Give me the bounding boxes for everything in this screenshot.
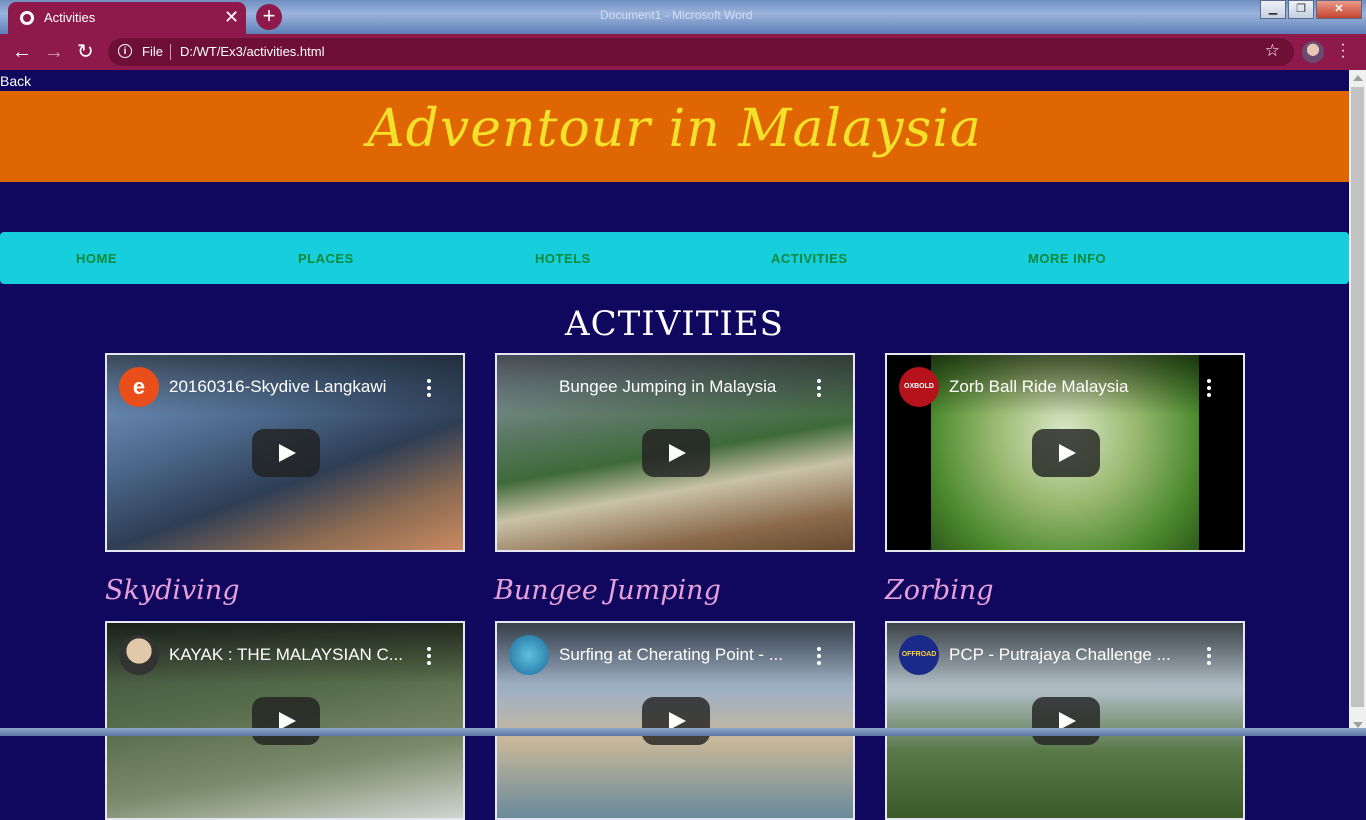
browser-toolbar: ← → ↻ i File D:/WT/Ex3/activities.html ☆… xyxy=(0,34,1366,70)
page-scrollbar[interactable] xyxy=(1349,70,1366,736)
profile-avatar[interactable] xyxy=(1302,41,1324,63)
video-title[interactable]: PCP - Putrajaya Challenge ... xyxy=(949,645,1171,665)
address-divider xyxy=(170,44,171,60)
globe-icon xyxy=(20,11,34,25)
scroll-thumb[interactable] xyxy=(1351,87,1364,707)
caption-skydiving: Skydiving xyxy=(105,575,240,606)
site-title: Adventour in Malaysia xyxy=(367,99,982,159)
bookmark-star-icon[interactable]: ☆ xyxy=(1265,41,1280,61)
address-url[interactable]: D:/WT/Ex3/activities.html xyxy=(180,44,324,59)
close-tab-icon[interactable]: ✕ xyxy=(224,7,239,27)
channel-logo-icon[interactable]: OFFROAD xyxy=(899,635,939,675)
video-embed-zorb[interactable]: OXBOLD Zorb Ball Ride Malaysia xyxy=(885,353,1245,552)
play-button[interactable] xyxy=(1032,429,1100,477)
site-navbar: HOME PLACES HOTELS ACTIVITIES MORE INFO xyxy=(0,232,1349,284)
play-button[interactable] xyxy=(252,697,320,745)
video-title[interactable]: Surfing at Cherating Point - ... xyxy=(559,645,783,665)
video-title[interactable]: Bungee Jumping in Malaysia xyxy=(559,377,776,397)
play-button[interactable] xyxy=(642,429,710,477)
nav-places[interactable]: PLACES xyxy=(298,251,354,266)
video-more-icon[interactable] xyxy=(1207,647,1211,668)
forward-arrow-icon[interactable]: → xyxy=(44,40,64,64)
nav-home[interactable]: HOME xyxy=(76,251,117,266)
video-embed-skydive[interactable]: e 20160316-Skydive Langkawi xyxy=(105,353,465,552)
info-icon[interactable]: i xyxy=(118,44,132,58)
nav-activities[interactable]: ACTIVITIES xyxy=(771,251,848,266)
video-embed-kayak[interactable]: KAYAK : THE MALAYSIAN C... xyxy=(105,621,465,820)
back-link[interactable]: Back xyxy=(0,73,31,89)
scroll-up-arrow-icon[interactable] xyxy=(1353,75,1363,81)
video-embed-surfing[interactable]: Surfing at Cherating Point - ... xyxy=(495,621,855,820)
play-button[interactable] xyxy=(642,697,710,745)
video-more-icon[interactable] xyxy=(817,379,821,400)
channel-logo-icon[interactable] xyxy=(509,635,549,675)
video-more-icon[interactable] xyxy=(817,647,821,668)
video-title[interactable]: KAYAK : THE MALAYSIAN C... xyxy=(169,645,403,665)
nav-more-info[interactable]: MORE INFO xyxy=(1028,251,1106,266)
play-button[interactable] xyxy=(1032,697,1100,745)
close-window-button[interactable]: ✕ xyxy=(1316,0,1362,19)
video-title[interactable]: Zorb Ball Ride Malaysia xyxy=(949,377,1129,397)
video-embed-putrajaya[interactable]: OFFROAD PCP - Putrajaya Challenge ... xyxy=(885,621,1245,820)
tab-strip: Activities ✕ + Document1 - Microsoft Wor… xyxy=(0,0,1366,34)
browser-menu-icon[interactable]: · · · xyxy=(1338,37,1348,65)
video-embed-bungee[interactable]: Bungee Jumping in Malaysia xyxy=(495,353,855,552)
tab-title: Activities xyxy=(44,10,96,25)
play-button[interactable] xyxy=(252,429,320,477)
os-taskbar xyxy=(0,728,1366,736)
nav-hotels[interactable]: HOTELS xyxy=(535,251,591,266)
video-more-icon[interactable] xyxy=(427,379,431,400)
back-arrow-icon[interactable]: ← xyxy=(12,40,32,64)
browser-tab-activities[interactable]: Activities ✕ xyxy=(8,2,246,34)
background-window-title: Document1 - Microsoft Word xyxy=(600,8,753,22)
window-controls: ▁ ❐ ✕ xyxy=(1260,0,1362,19)
site-banner: Adventour in Malaysia xyxy=(0,91,1349,182)
restore-button[interactable]: ❐ xyxy=(1288,0,1314,19)
caption-bungee-jumping: Bungee Jumping xyxy=(494,575,721,606)
video-more-icon[interactable] xyxy=(427,647,431,668)
video-more-icon[interactable] xyxy=(1207,379,1211,400)
channel-logo-icon[interactable]: OXBOLD xyxy=(899,367,939,407)
new-tab-button[interactable]: + xyxy=(256,4,282,30)
channel-logo-icon[interactable] xyxy=(119,635,159,675)
minimize-button[interactable]: ▁ xyxy=(1260,0,1286,19)
section-title: ACTIVITIES xyxy=(565,304,784,344)
reload-icon[interactable]: ↻ xyxy=(77,40,94,64)
video-title[interactable]: 20160316-Skydive Langkawi xyxy=(169,377,386,397)
address-bar[interactable]: i File D:/WT/Ex3/activities.html ☆ xyxy=(108,38,1294,66)
caption-zorbing: Zorbing xyxy=(885,575,994,606)
address-scheme: File xyxy=(142,44,163,59)
channel-logo-icon[interactable]: e xyxy=(119,367,159,407)
